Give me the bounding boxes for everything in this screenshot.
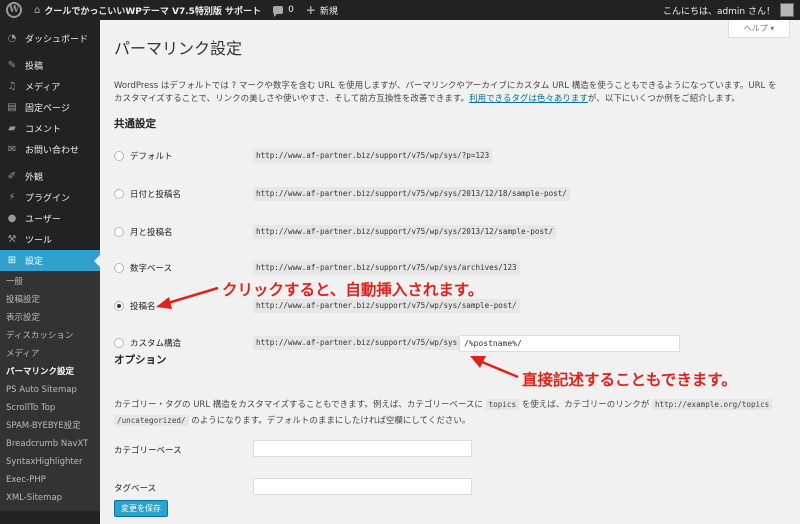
submenu-item-xml-sitemap[interactable]: XML-Sitemap (0, 489, 100, 507)
tag-base-label: タグベース (114, 484, 157, 494)
mail-icon: ✉ (7, 144, 17, 155)
options-heading: オプション (114, 354, 167, 366)
submenu-item-writing[interactable]: 投稿設定 (0, 291, 100, 309)
page-icon: ▤ (7, 102, 17, 113)
sidebar-item-label: 外観 (25, 173, 44, 183)
save-changes-button[interactable]: 変更を保存 (114, 500, 168, 517)
new-label: 新規 (319, 6, 338, 17)
category-base-input[interactable] (253, 440, 472, 457)
sidebar-item-label: メディア (25, 83, 61, 93)
pin-icon: ✎ (7, 60, 17, 71)
sidebar-item-contact[interactable]: ✉ お問い合わせ (0, 139, 100, 160)
submenu-item-exec-php[interactable]: Exec-PHP (0, 471, 100, 489)
plugin-icon: ⚡ (8, 192, 16, 203)
submenu-item-permalink[interactable]: パーマリンク設定 (0, 363, 100, 381)
greeting-text: こんにちは、admin さん！ (662, 6, 775, 17)
sidebar-item-label: ユーザー (25, 215, 61, 225)
arrow-to-post-name (156, 286, 219, 309)
submenu-item-discussion[interactable]: ディスカッション (0, 327, 100, 345)
tools-icon: ⚒ (7, 234, 17, 245)
wordpress-logo-icon: W (6, 2, 22, 18)
comment-bubble-icon (273, 6, 284, 17)
site-name-link[interactable]: ⌂ クールでかっこいいWPテーマ V7.5特別版 サポート (28, 0, 267, 20)
desc-code: http://example.org/topics (651, 399, 773, 410)
sidebar-item-label: ダッシュボード (25, 35, 89, 45)
arrow-to-custom-input (470, 356, 519, 379)
comments-count: 0 (288, 5, 294, 15)
tag-base-input[interactable] (253, 478, 472, 495)
desc-text: のようになります。デフォルトのままにしたければ空欄にしてください。 (188, 416, 471, 426)
sidebar-item-dashboard[interactable]: ◔ ダッシュボード (0, 28, 100, 49)
new-content-link[interactable]: + 新規 (300, 0, 344, 20)
main-content: ヘルプ ▾ パーマリンク設定 WordPress はデフォルトでは ? マークや… (100, 20, 800, 524)
avatar (780, 3, 794, 17)
sidebar-item-label: 固定ページ (25, 104, 70, 114)
sidebar-item-appearance[interactable]: ✐ 外観 (0, 166, 100, 187)
comment-icon: ▰ (8, 123, 16, 134)
my-account-menu[interactable]: こんにちは、admin さん！ (657, 0, 800, 20)
submenu-item-reading[interactable]: 表示設定 (0, 309, 100, 327)
dashboard-icon: ◔ (7, 33, 17, 44)
sidebar-item-label: 設定 (25, 257, 44, 267)
settings-submenu: 一般 投稿設定 表示設定 ディスカッション メディア パーマリンク設定 PS A… (0, 271, 100, 511)
submenu-item-breadcrumb-navxt[interactable]: Breadcrumb NavXT (0, 435, 100, 453)
settings-icon: ⊞ (7, 255, 17, 266)
media-icon: ♫ (7, 81, 17, 92)
wp-logo-menu[interactable]: W (0, 0, 28, 20)
sidebar-item-comments[interactable]: ▰ コメント (0, 118, 100, 139)
desc-code: /uncategorized/ (114, 415, 189, 426)
admin-bar: W ⌂ クールでかっこいいWPテーマ V7.5特別版 サポート 0 + 新規 こ… (0, 0, 800, 20)
sidebar-item-settings[interactable]: ⊞ 設定 (0, 250, 100, 271)
user-icon: ● (7, 213, 17, 224)
sidebar-item-label: 投稿 (25, 62, 44, 72)
submenu-item-spam-byebye[interactable]: SPAM-BYEBYE設定 (0, 417, 100, 435)
admin-sidebar: ◔ ダッシュボード ✎ 投稿 ♫ メディア ▤ 固定ページ ▰ コメント ✉ お… (0, 20, 100, 524)
plus-icon: + (305, 3, 316, 17)
submenu-item-ps-auto-sitemap[interactable]: PS Auto Sitemap (0, 381, 100, 399)
desc-text: カテゴリー・タグの URL 構造をカスタマイズすることもできます。例えば、カテゴ… (114, 400, 486, 410)
submenu-item-media[interactable]: メディア (0, 345, 100, 363)
sidebar-item-pages[interactable]: ▤ 固定ページ (0, 97, 100, 118)
sidebar-item-label: プラグイン (25, 194, 71, 204)
appearance-icon: ✐ (7, 171, 17, 182)
sidebar-item-users[interactable]: ● ユーザー (0, 208, 100, 229)
sidebar-item-label: ツール (25, 236, 53, 246)
sidebar-item-media[interactable]: ♫ メディア (0, 76, 100, 97)
submenu-item-general[interactable]: 一般 (0, 273, 100, 291)
category-base-label: カテゴリーベース (114, 446, 182, 456)
sidebar-item-label: コメント (25, 125, 62, 135)
submenu-item-syntaxhighlighter[interactable]: SyntaxHighlighter (0, 453, 100, 471)
sidebar-item-plugins[interactable]: ⚡ プラグイン (0, 187, 100, 208)
sidebar-item-tools[interactable]: ⚒ ツール (0, 229, 100, 250)
options-description: カテゴリー・タグの URL 構造をカスタマイズすることもできます。例えば、カテゴ… (114, 397, 774, 429)
site-name: クールでかっこいいWPテーマ V7.5特別版 サポート (44, 6, 262, 17)
submenu-item-scrollto-top[interactable]: ScrollTo Top (0, 399, 100, 417)
sidebar-item-posts[interactable]: ✎ 投稿 (0, 55, 100, 76)
comments-link[interactable]: 0 (267, 0, 300, 20)
desc-code: topics (485, 399, 520, 410)
desc-text: を使えば、カテゴリーのリンクが (519, 400, 652, 410)
home-icon: ⌂ (34, 4, 41, 16)
sidebar-item-label: お問い合わせ (25, 146, 80, 156)
